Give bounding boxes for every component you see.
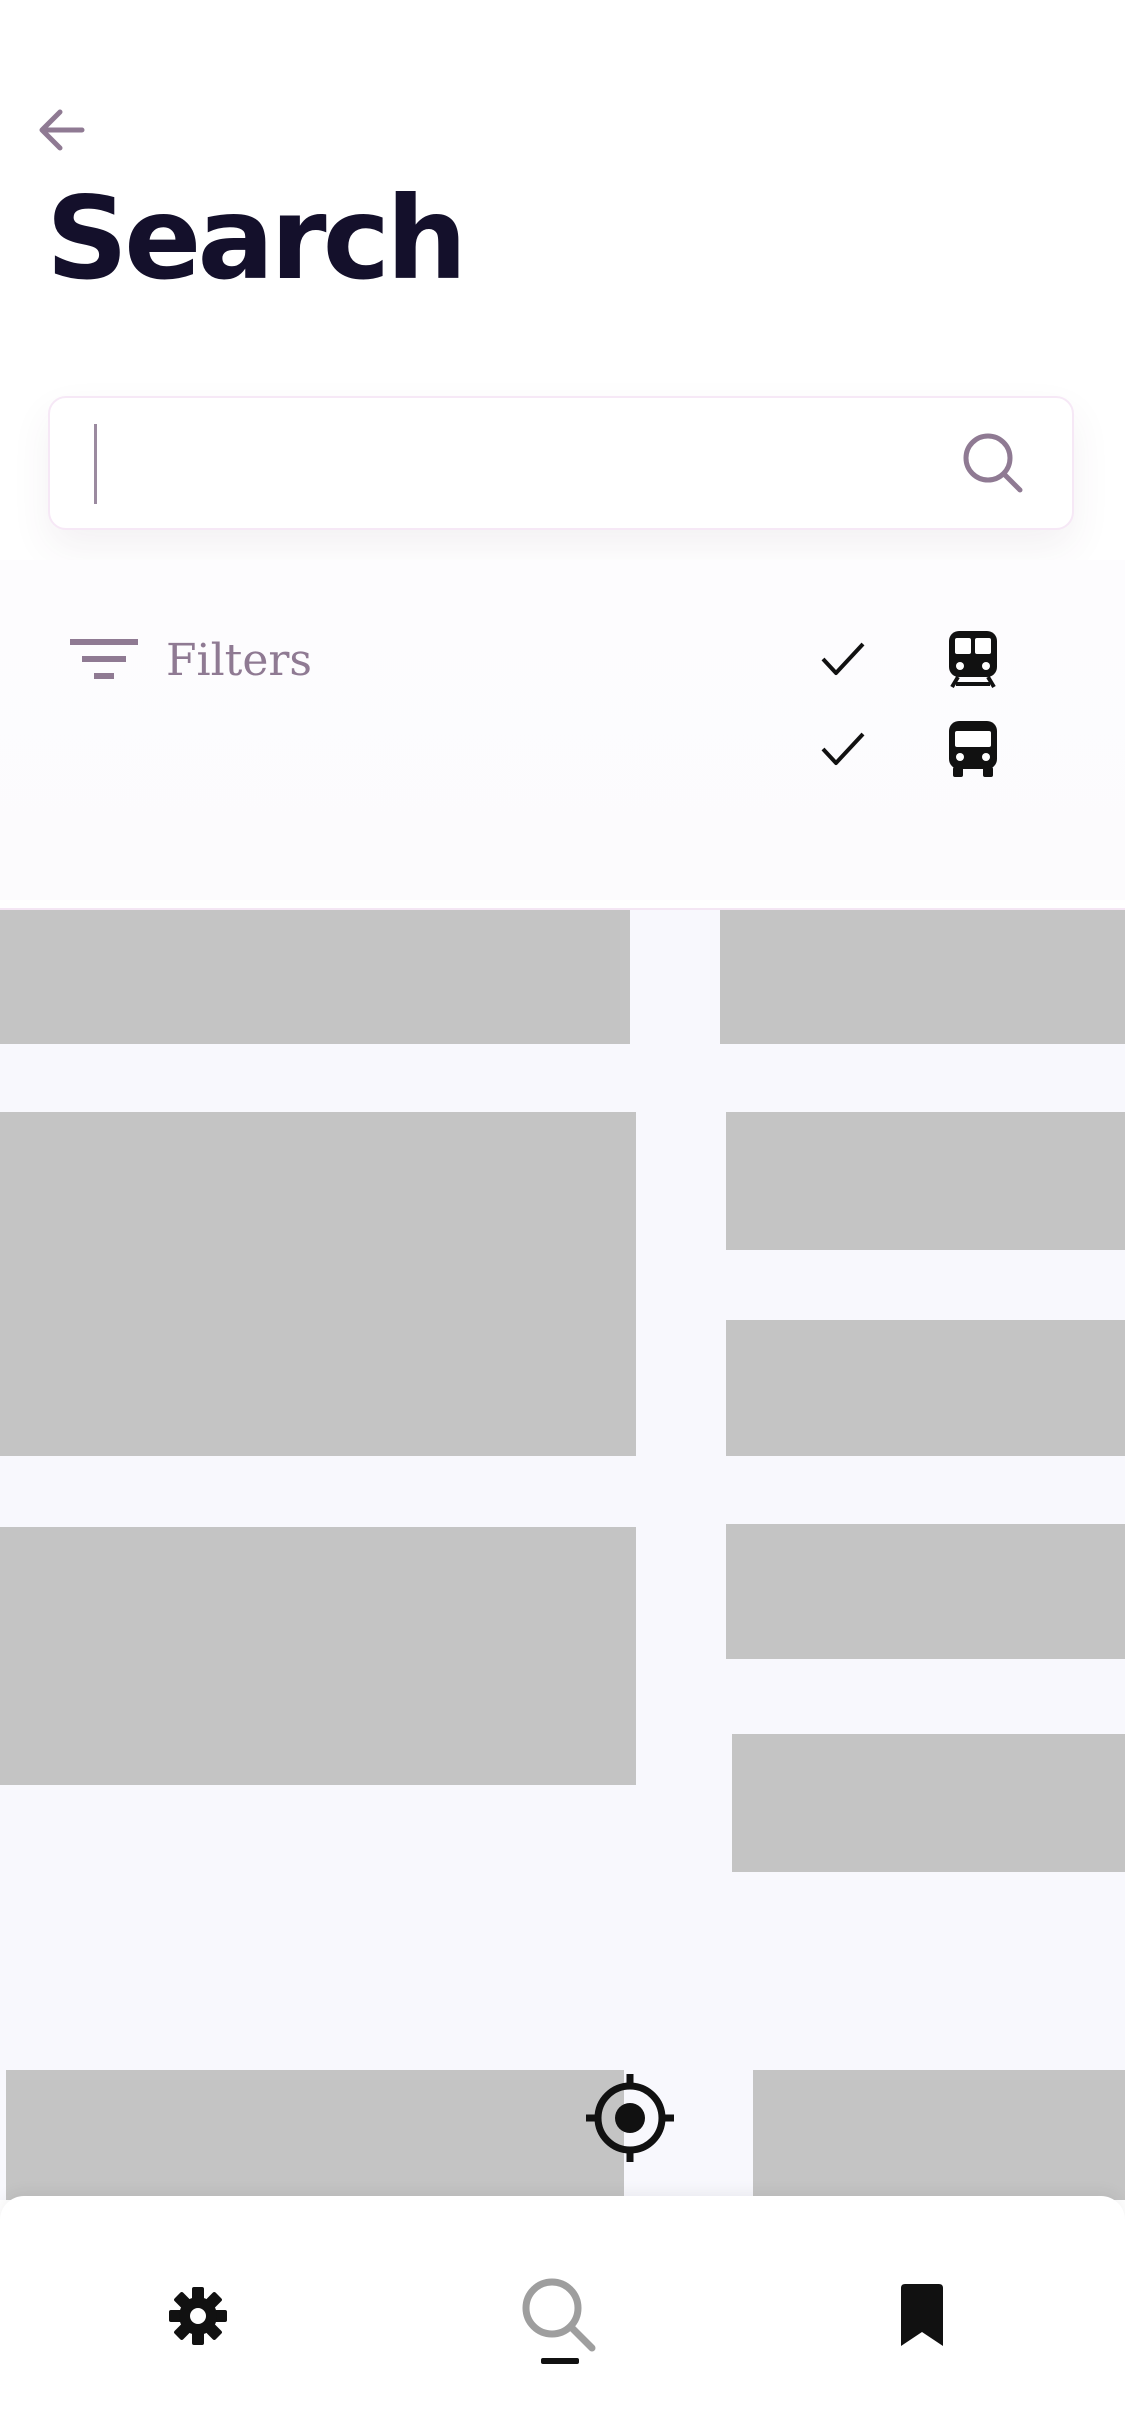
filters-label: Filters — [166, 634, 313, 686]
train-icon — [949, 631, 997, 689]
map[interactable] — [0, 910, 1125, 2200]
map-block — [726, 1524, 1125, 1659]
map-block — [0, 1112, 636, 1456]
check-icon — [821, 642, 865, 675]
nav-saved-button[interactable] — [862, 2256, 982, 2376]
header: Search Filters — [0, 0, 1125, 910]
map-block — [726, 1320, 1125, 1456]
back-button[interactable] — [26, 100, 96, 160]
check-icon — [821, 732, 865, 765]
map-block — [726, 1112, 1125, 1250]
page-title: Search — [46, 172, 467, 305]
search-submit-button[interactable] — [956, 426, 1032, 502]
filters-toggle[interactable]: Filters — [70, 620, 312, 700]
bus-icon — [949, 721, 997, 777]
map-block — [0, 1527, 636, 1785]
mode-toggle-train[interactable] — [820, 624, 1000, 694]
bottom-nav — [0, 2196, 1125, 2436]
search-input[interactable] — [90, 422, 954, 510]
active-tab-indicator — [541, 2358, 579, 2364]
search-icon — [963, 433, 1023, 493]
map-block — [753, 2070, 1125, 2200]
map-block — [732, 1734, 1125, 1872]
mode-toggle-bus[interactable] — [820, 714, 1000, 784]
map-block — [6, 2070, 624, 2200]
map-block — [720, 910, 1125, 1044]
crosshair-location-icon — [586, 2074, 674, 2162]
locate-me-button[interactable] — [584, 2072, 676, 2164]
gear-icon — [169, 2287, 227, 2345]
map-block — [0, 910, 630, 1044]
nav-settings-button[interactable] — [138, 2256, 258, 2376]
search-box[interactable] — [48, 396, 1074, 530]
search-icon — [522, 2278, 596, 2352]
bookmark-icon — [901, 2284, 943, 2346]
arrow-left-icon — [39, 109, 85, 151]
filter-icon — [70, 639, 138, 679]
